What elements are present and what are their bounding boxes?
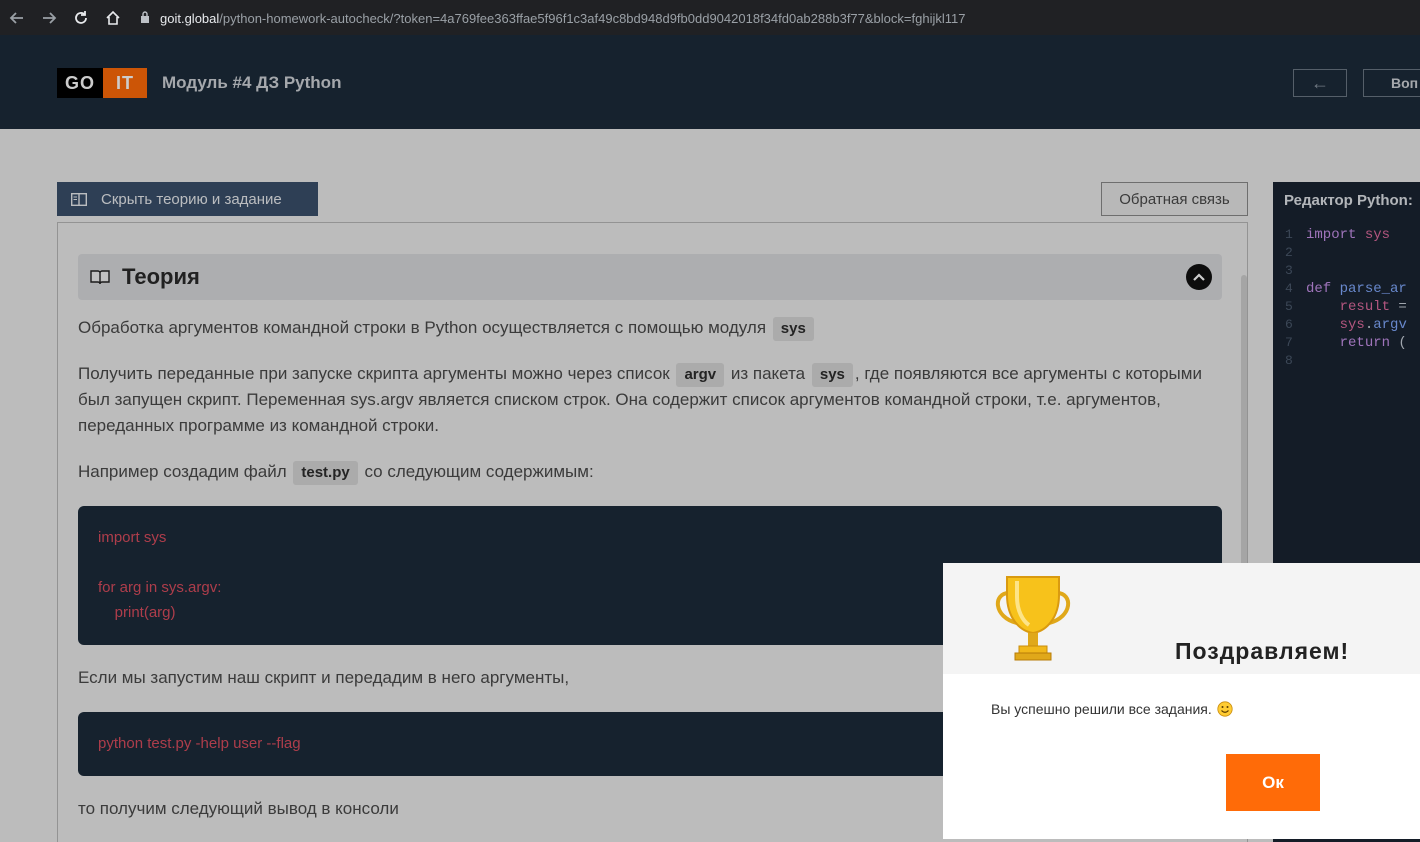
modal-title: Поздравляем! [1175,638,1350,664]
smile-emoji-icon [1217,701,1233,717]
back-arrow-icon[interactable] [2,3,32,33]
home-icon[interactable] [98,3,128,33]
url-domain: goit.global [160,10,220,26]
address-bar[interactable]: goit.global/python-homework-autocheck/?t… [140,8,965,28]
url-path: /python-homework-autocheck/?token=4a769f… [219,10,966,26]
success-modal: Поздравляем! Вы успешно решили все задан… [943,563,1420,839]
modal-message: Вы успешно решили все задания. [991,701,1233,717]
modal-message-text: Вы успешно решили все задания. [991,701,1212,717]
reload-icon[interactable] [66,3,96,33]
ok-button[interactable]: Ок [1226,754,1320,811]
browser-toolbar: goit.global/python-homework-autocheck/?t… [0,0,1420,35]
lock-icon [140,10,150,26]
trophy-icon [991,573,1075,663]
modal-header: Поздравляем! [943,563,1420,674]
forward-arrow-icon[interactable] [34,3,64,33]
